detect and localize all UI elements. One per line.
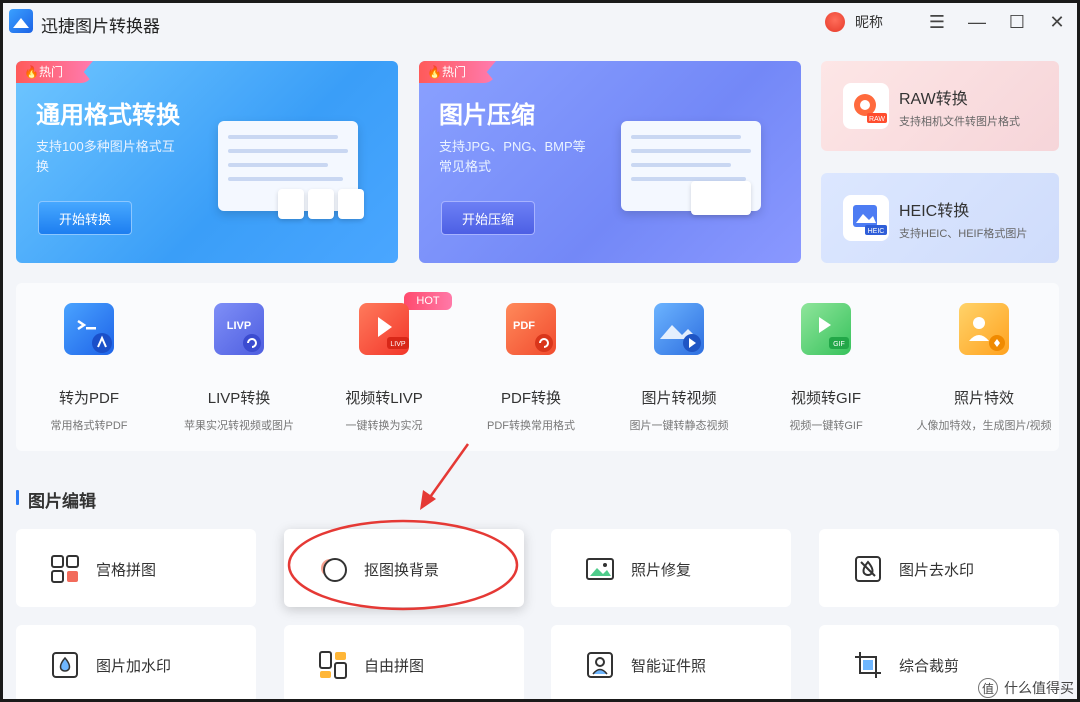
hot-tag: 🔥热门 <box>419 61 496 83</box>
app-preview-illustration <box>218 121 364 219</box>
banner-desc: 支持JPG、PNG、BMP等常见格式 <box>439 139 586 174</box>
edit-label: 抠图换背景 <box>364 562 440 579</box>
raw-convert-desc: 支持相机文件转图片格式 <box>899 116 1020 128</box>
edit-label: 智能证件照 <box>631 658 707 675</box>
edit-label: 宫格拼图 <box>96 562 157 579</box>
to-pdf-icon <box>64 303 114 355</box>
heic-convert-card[interactable]: HEIC HEIC转换 支持HEIC、HEIF格式图片 <box>821 173 1059 263</box>
watermark-icon: 值 <box>978 678 998 698</box>
banner-title: 图片压缩 <box>439 102 535 129</box>
raw-camera-icon: RAW <box>843 83 889 129</box>
banner-desc: 支持100多种图片格式互换 <box>36 139 175 174</box>
edit-cutout-background[interactable]: 抠图换背景 <box>284 529 524 607</box>
pdf-convert-icon: PDF <box>506 303 556 355</box>
banner-title: 通用格式转换 <box>36 102 180 129</box>
tool-desc: 视频一键转GIF <box>789 420 863 432</box>
raw-badge-text: RAW <box>869 116 885 123</box>
tool-desc: 苹果实况转视频或图片 <box>184 420 294 432</box>
tool-name: 图片转视频 <box>641 390 717 407</box>
section-title-image-edit: 图片编辑 <box>16 487 96 512</box>
livp-icon-text: LIVP <box>227 320 251 332</box>
menu-icon[interactable]: ☰ <box>917 3 957 41</box>
remove-watermark-icon <box>853 554 883 584</box>
tool-video-to-gif[interactable]: GIF 视频转GIF 视频一键转GIF <box>753 283 899 451</box>
watermark-text: 什么值得买 <box>1004 680 1074 696</box>
app-window: 迅捷图片转换器 昵称 ☰ — ☐ ✕ 🔥热门 通用格式转换 支持100多种图片格… <box>3 3 1077 699</box>
app-title: 迅捷图片转换器 <box>41 17 160 36</box>
close-icon[interactable]: ✕ <box>1037 3 1077 41</box>
tool-to-pdf[interactable]: 转为PDF 常用格式转PDF <box>16 283 162 451</box>
user-avatar[interactable] <box>825 12 845 32</box>
id-photo-icon <box>585 650 615 680</box>
tool-livp-convert[interactable]: LIVP LIVP转换 苹果实况转视频或图片 <box>166 283 312 451</box>
title-bar-controls: 昵称 ☰ — ☐ ✕ <box>825 3 1077 41</box>
video-to-gif-icon: GIF <box>801 303 851 355</box>
heic-convert-title: HEIC转换 <box>899 203 970 220</box>
tool-desc: PDF转换常用格式 <box>487 420 575 432</box>
photo-effects-icon <box>959 303 1009 355</box>
photo-restore-icon <box>585 554 615 584</box>
tool-name: 转为PDF <box>58 390 119 407</box>
edit-grid-collage[interactable]: 宫格拼图 <box>16 529 256 607</box>
edit-add-watermark[interactable]: 图片加水印 <box>16 625 256 699</box>
edit-id-photo[interactable]: 智能证件照 <box>551 625 791 699</box>
raw-convert-title: RAW转换 <box>899 91 968 108</box>
edit-remove-watermark[interactable]: 图片去水印 <box>819 529 1059 607</box>
title-bar: 迅捷图片转换器 昵称 ☰ — ☐ ✕ <box>3 3 1077 41</box>
video-to-livp-icon: LIVP <box>359 303 409 355</box>
video-livp-icon-text: LIVP <box>390 341 406 348</box>
app-preview-illustration <box>621 121 761 215</box>
grid-icon <box>50 554 80 584</box>
cutout-icon <box>318 554 348 584</box>
start-convert-button[interactable]: 开始转换 <box>38 201 132 235</box>
edit-label: 图片加水印 <box>96 658 172 675</box>
heic-badge-text: HEIC <box>868 228 885 235</box>
tool-desc: 人像加特效，生成图片/视频 <box>916 420 1052 432</box>
tool-desc: 图片一键转静态视频 <box>629 420 729 432</box>
tool-image-to-video[interactable]: 图片转视频 图片一键转静态视频 <box>606 283 752 451</box>
edit-label: 照片修复 <box>631 562 692 579</box>
user-nickname[interactable]: 昵称 <box>855 12 883 32</box>
tool-name: 视频转LIVP <box>345 390 423 407</box>
maximize-icon[interactable]: ☐ <box>997 3 1037 41</box>
tools-panel: HOT 转为PDF 常用格式转PDF LIVP LIVP转换 苹果实况转视频或图… <box>16 283 1059 451</box>
tool-desc: 常用格式转PDF <box>50 420 128 432</box>
heic-image-icon: HEIC <box>843 195 889 241</box>
tool-pdf-convert[interactable]: PDF PDF转换 PDF转换常用格式 <box>458 283 604 451</box>
hot-tag: 🔥热门 <box>16 61 93 83</box>
tool-video-to-livp[interactable]: LIVP 视频转LIVP 一键转换为实况 <box>311 283 457 451</box>
heic-convert-desc: 支持HEIC、HEIF格式图片 <box>899 228 1028 240</box>
image-to-video-icon <box>654 303 704 355</box>
app-logo-icon <box>9 9 33 33</box>
gif-icon-text: GIF <box>833 341 845 348</box>
tool-desc: 一键转换为实况 <box>345 420 423 432</box>
crop-icon <box>853 650 883 680</box>
pdf-icon-text: PDF <box>513 320 535 332</box>
banner-image-compress[interactable]: 🔥热门 图片压缩 支持JPG、PNG、BMP等常见格式 开始压缩 <box>419 61 801 263</box>
edit-photo-restore[interactable]: 照片修复 <box>551 529 791 607</box>
livp-icon: LIVP <box>214 303 264 355</box>
edit-label: 综合裁剪 <box>899 658 960 675</box>
watermark: 值 什么值得买 <box>978 678 1074 698</box>
tool-name: LIVP转换 <box>207 390 271 407</box>
start-compress-button[interactable]: 开始压缩 <box>441 201 535 235</box>
tool-name: 视频转GIF <box>791 390 861 407</box>
add-watermark-icon <box>50 650 80 680</box>
tool-name: PDF转换 <box>500 390 561 407</box>
tool-name: 照片特效 <box>953 390 1014 407</box>
edit-label: 图片去水印 <box>899 562 975 579</box>
minimize-icon[interactable]: — <box>957 3 997 41</box>
edit-free-collage[interactable]: 自由拼图 <box>284 625 524 699</box>
free-collage-icon <box>318 650 348 680</box>
banner-format-convert[interactable]: 🔥热门 通用格式转换 支持100多种图片格式互换 开始转换 <box>16 61 398 263</box>
tool-photo-effects[interactable]: 照片特效 人像加特效，生成图片/视频 <box>909 283 1059 451</box>
raw-convert-card[interactable]: RAW RAW转换 支持相机文件转图片格式 <box>821 61 1059 151</box>
edit-label: 自由拼图 <box>364 658 425 675</box>
